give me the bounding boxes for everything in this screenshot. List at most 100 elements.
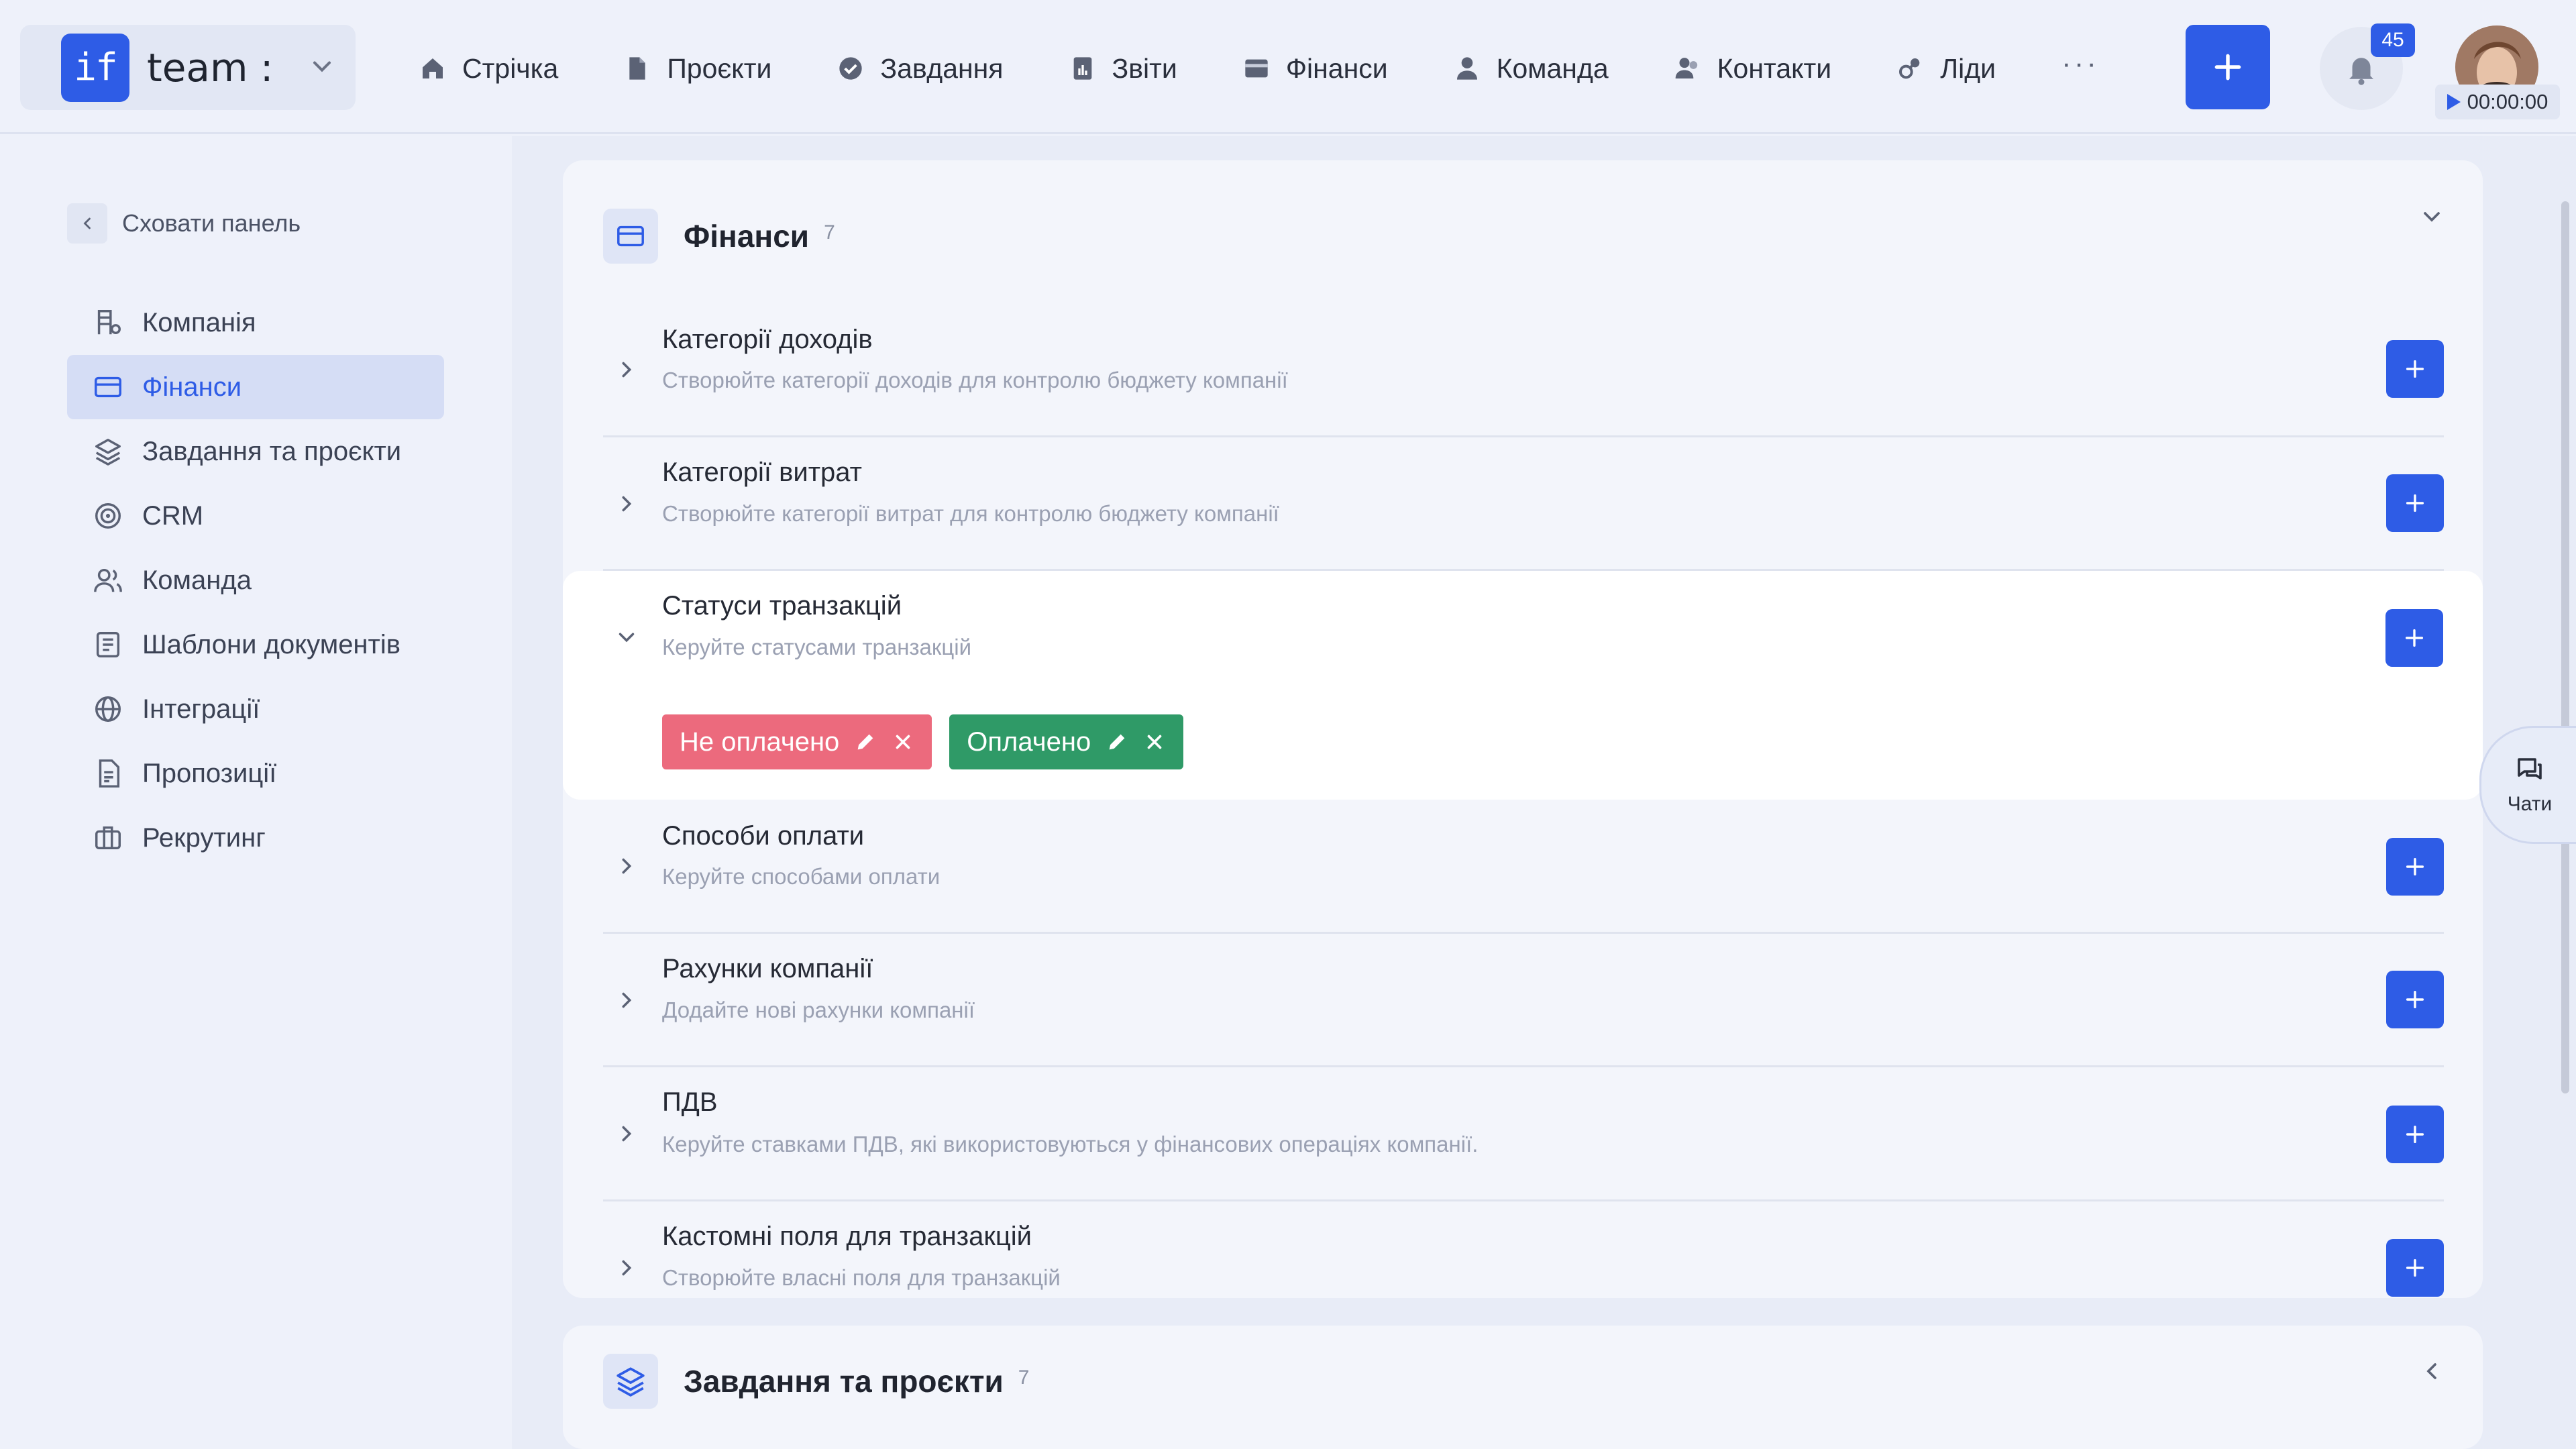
chevron-left-icon: [83, 217, 91, 229]
settings-row-vat[interactable]: ПДВ Керуйте ставками ПДВ, які використов…: [603, 1067, 2444, 1201]
sidebar-item-company[interactable]: Компанія: [67, 290, 444, 355]
plus-icon: [2406, 1125, 2424, 1144]
nav-item-feed[interactable]: Стрічка: [419, 53, 558, 85]
sidebar: Сховати панель Компанія Фінанси Завдання…: [0, 136, 510, 1449]
card-icon: [603, 209, 658, 264]
chevron-down-icon: [313, 61, 331, 72]
sidebar-item-label: Команда: [142, 565, 252, 595]
settings-row-payment-methods[interactable]: Способи оплати Керуйте способами оплати: [603, 800, 2444, 934]
nav-item-finance[interactable]: Фінанси: [1243, 53, 1388, 85]
settings-row-expense-categories[interactable]: Категорії витрат Створюйте категорії вит…: [603, 437, 2444, 571]
status-tags: Не оплачено Оплачено: [662, 714, 1201, 769]
status-tag-paid[interactable]: Оплачено: [949, 714, 1184, 769]
card-count: 7: [824, 221, 835, 244]
row-subtitle: Створюйте категорії доходів для контролю…: [662, 368, 1288, 392]
timer-value: 00:00:00: [2467, 90, 2548, 113]
status-tag-label: Оплачено: [967, 727, 1091, 757]
nav-item-contacts[interactable]: Контакти: [1674, 52, 1832, 85]
close-icon[interactable]: [1143, 731, 1166, 753]
add-payment-method-button[interactable]: [2386, 838, 2444, 896]
main-content: Фінанси 7 Категорії доходів Створюйте ка…: [512, 136, 2576, 1449]
nav-item-projects[interactable]: Проєкти: [624, 53, 771, 85]
pencil-icon[interactable]: [1106, 731, 1128, 753]
finance-settings-card: Фінанси 7 Категорії доходів Створюйте ка…: [563, 160, 2483, 1298]
sidebar-item-tasks-projects[interactable]: Завдання та проєкти: [67, 419, 444, 484]
row-title: ПДВ: [662, 1087, 718, 1117]
team-switcher[interactable]: if team :: [20, 25, 356, 110]
hide-panel-toggle[interactable]: Сховати панель: [67, 203, 301, 244]
card-header[interactable]: Завдання та проєкти 7: [603, 1354, 1029, 1409]
add-custom-field-button[interactable]: [2386, 1239, 2444, 1297]
nav-label: Контакти: [1717, 52, 1832, 84]
plus-icon: [2406, 360, 2424, 378]
plus-icon: [2406, 1258, 2424, 1277]
team-icon: [94, 568, 122, 592]
nav-item-leads[interactable]: Ліди: [1897, 53, 1996, 85]
status-tag-unpaid[interactable]: Не оплачено: [662, 714, 932, 769]
hide-panel-button[interactable]: [67, 203, 107, 244]
contacts-icon: [1675, 58, 1697, 78]
status-tag-label: Не оплачено: [680, 727, 840, 757]
settings-row-transaction-statuses[interactable]: Статуси транзакцій Керуйте статусами тра…: [563, 571, 2483, 800]
settings-row-income-categories[interactable]: Категорії доходів Створюйте категорії до…: [603, 303, 2444, 437]
nav-label: Стрічка: [462, 52, 559, 84]
wallet-icon: [1245, 59, 1268, 78]
sidebar-item-label: Компанія: [142, 307, 256, 337]
sidebar-item-team[interactable]: Команда: [67, 548, 444, 612]
home-icon: [423, 58, 443, 78]
sidebar-item-integrations[interactable]: Інтеграції: [67, 677, 444, 741]
card-count: 7: [1018, 1366, 1030, 1389]
card-icon: [95, 376, 121, 398]
sidebar-item-label: Рекрутинг: [142, 822, 266, 853]
nav-label: Ліди: [1940, 52, 1996, 84]
chats-label: Чати: [2507, 793, 2553, 815]
chevron-down-icon: [619, 633, 635, 643]
sidebar-item-label: Завдання та проєкти: [142, 436, 402, 466]
sidebar-item-label: Фінанси: [142, 372, 242, 402]
page-scrollbar[interactable]: [2561, 201, 2569, 1093]
chevron-left-icon[interactable]: [2418, 1358, 2445, 1385]
card-header[interactable]: Фінанси 7: [603, 209, 835, 264]
nav-item-tasks[interactable]: Завдання: [837, 53, 1004, 85]
add-income-category-button[interactable]: [2386, 340, 2444, 398]
sidebar-item-crm[interactable]: CRM: [67, 484, 444, 548]
pencil-icon[interactable]: [854, 731, 877, 753]
chevron-down-icon[interactable]: [2418, 203, 2445, 230]
card-title: Фінанси: [684, 219, 810, 254]
nav-label: Команда: [1496, 52, 1609, 84]
chevron-right-icon: [622, 496, 632, 512]
row-subtitle: Керуйте статусами транзакцій: [662, 635, 972, 659]
add-expense-category-button[interactable]: [2386, 474, 2444, 532]
company-icon: [97, 310, 121, 335]
target-icon: [95, 503, 121, 529]
sidebar-item-recruiting[interactable]: Рекрутинг: [67, 806, 444, 870]
team-name: team :: [147, 44, 274, 91]
sidebar-item-label: Пропозиції: [142, 758, 277, 788]
card-title: Завдання та проєкти: [684, 1364, 1004, 1399]
sidebar-item-document-templates[interactable]: Шаблони документів: [67, 612, 444, 677]
chevron-right-icon: [622, 858, 632, 874]
file-icon: [629, 57, 645, 80]
sidebar-item-proposals[interactable]: Пропозиції: [67, 741, 444, 806]
row-subtitle: Створюйте категорії витрат для контролю …: [662, 501, 1279, 526]
nav-item-reports[interactable]: Звіти: [1069, 53, 1177, 85]
row-title: Кастомні поля для транзакцій: [662, 1222, 1032, 1251]
report-icon: [1073, 57, 1091, 80]
main-nav: Стрічка Проєкти Завдання Звіти Фінанси К…: [419, 42, 2099, 95]
settings-row-custom-transaction-fields[interactable]: Кастомні поля для транзакцій Створюйте в…: [603, 1201, 2444, 1298]
close-icon[interactable]: [892, 731, 914, 753]
chevron-right-icon: [622, 1260, 632, 1276]
chevron-right-icon: [622, 1126, 632, 1142]
chats-button[interactable]: Чати: [2479, 726, 2576, 844]
add-transaction-status-button[interactable]: [2385, 609, 2443, 667]
settings-row-company-accounts[interactable]: Рахунки компанії Додайте нові рахунки ко…: [603, 934, 2444, 1067]
notifications-count-badge: 45: [2371, 23, 2415, 57]
nav-more-button[interactable]: ···: [2061, 47, 2099, 80]
add-vat-rate-button[interactable]: [2386, 1106, 2444, 1163]
nav-item-team[interactable]: Команда: [1454, 53, 1609, 85]
time-tracker[interactable]: 00:00:00: [2435, 85, 2560, 119]
plus-icon: [2406, 494, 2424, 513]
sidebar-item-finance[interactable]: Фінанси: [67, 355, 444, 419]
global-add-button[interactable]: [2186, 25, 2270, 109]
add-company-account-button[interactable]: [2386, 971, 2444, 1028]
